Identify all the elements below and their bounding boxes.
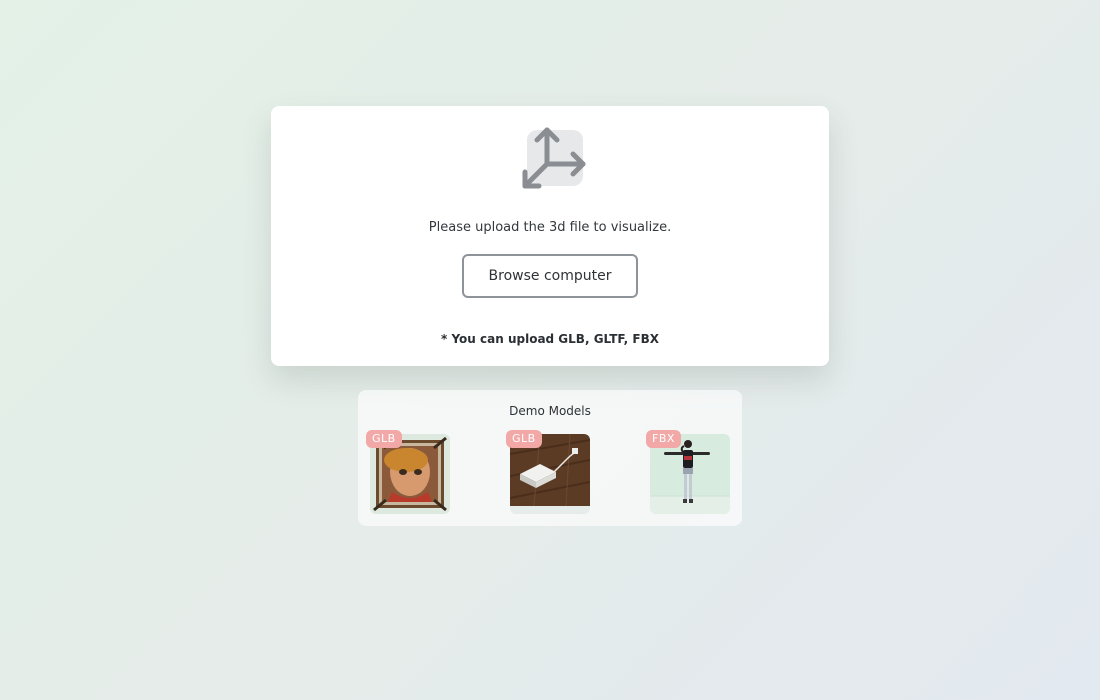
3d-axis-icon [519, 124, 589, 194]
format-badge: FBX [646, 430, 681, 448]
demo-model-item[interactable]: GLB [506, 430, 590, 514]
demo-model-item[interactable]: FBX [646, 430, 730, 514]
format-badge: GLB [506, 430, 542, 448]
upload-prompt: Please upload the 3d file to visualize. [428, 220, 672, 235]
browse-computer-button[interactable]: Browse computer [462, 254, 638, 298]
upload-card: Please upload the 3d file to visualize. … [271, 106, 829, 366]
demo-model-item[interactable]: GLB [366, 430, 450, 514]
demo-models-panel: Demo Models GLB GLB FBX [358, 390, 742, 526]
supported-formats-note: * You can upload GLB, GLTF, FBX [441, 332, 659, 346]
format-badge: GLB [366, 430, 402, 448]
demo-models-title: Demo Models [509, 404, 591, 418]
